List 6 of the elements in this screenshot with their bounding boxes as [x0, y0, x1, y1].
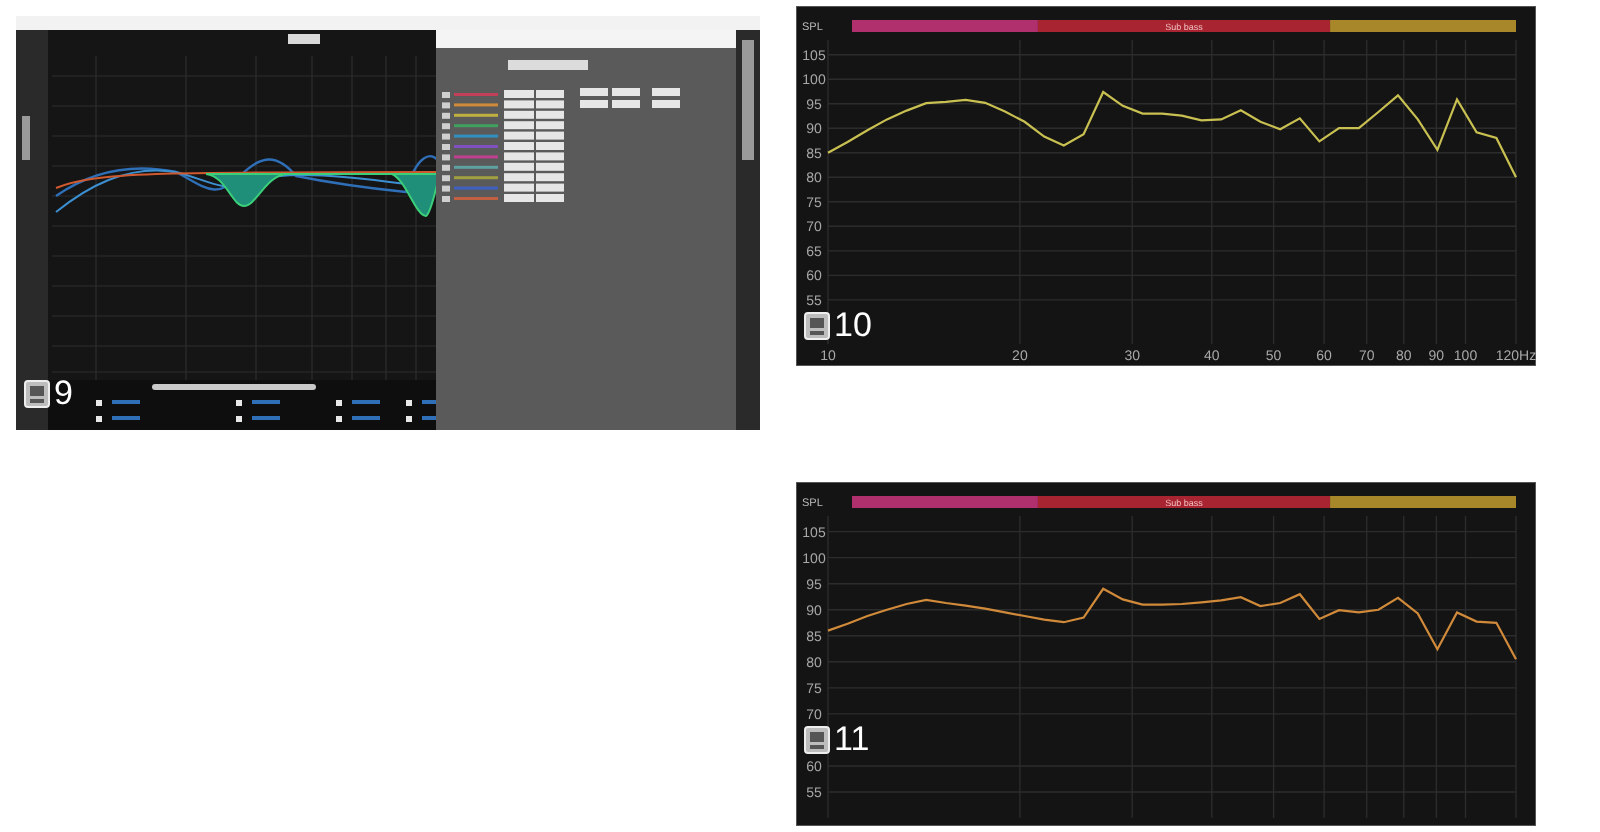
panel-number: 11	[834, 722, 870, 759]
panel-number: 9	[54, 376, 73, 412]
device-icon	[804, 726, 830, 755]
device-icon	[804, 311, 830, 340]
panel-number: 10	[834, 307, 872, 344]
device-icon	[24, 380, 50, 408]
